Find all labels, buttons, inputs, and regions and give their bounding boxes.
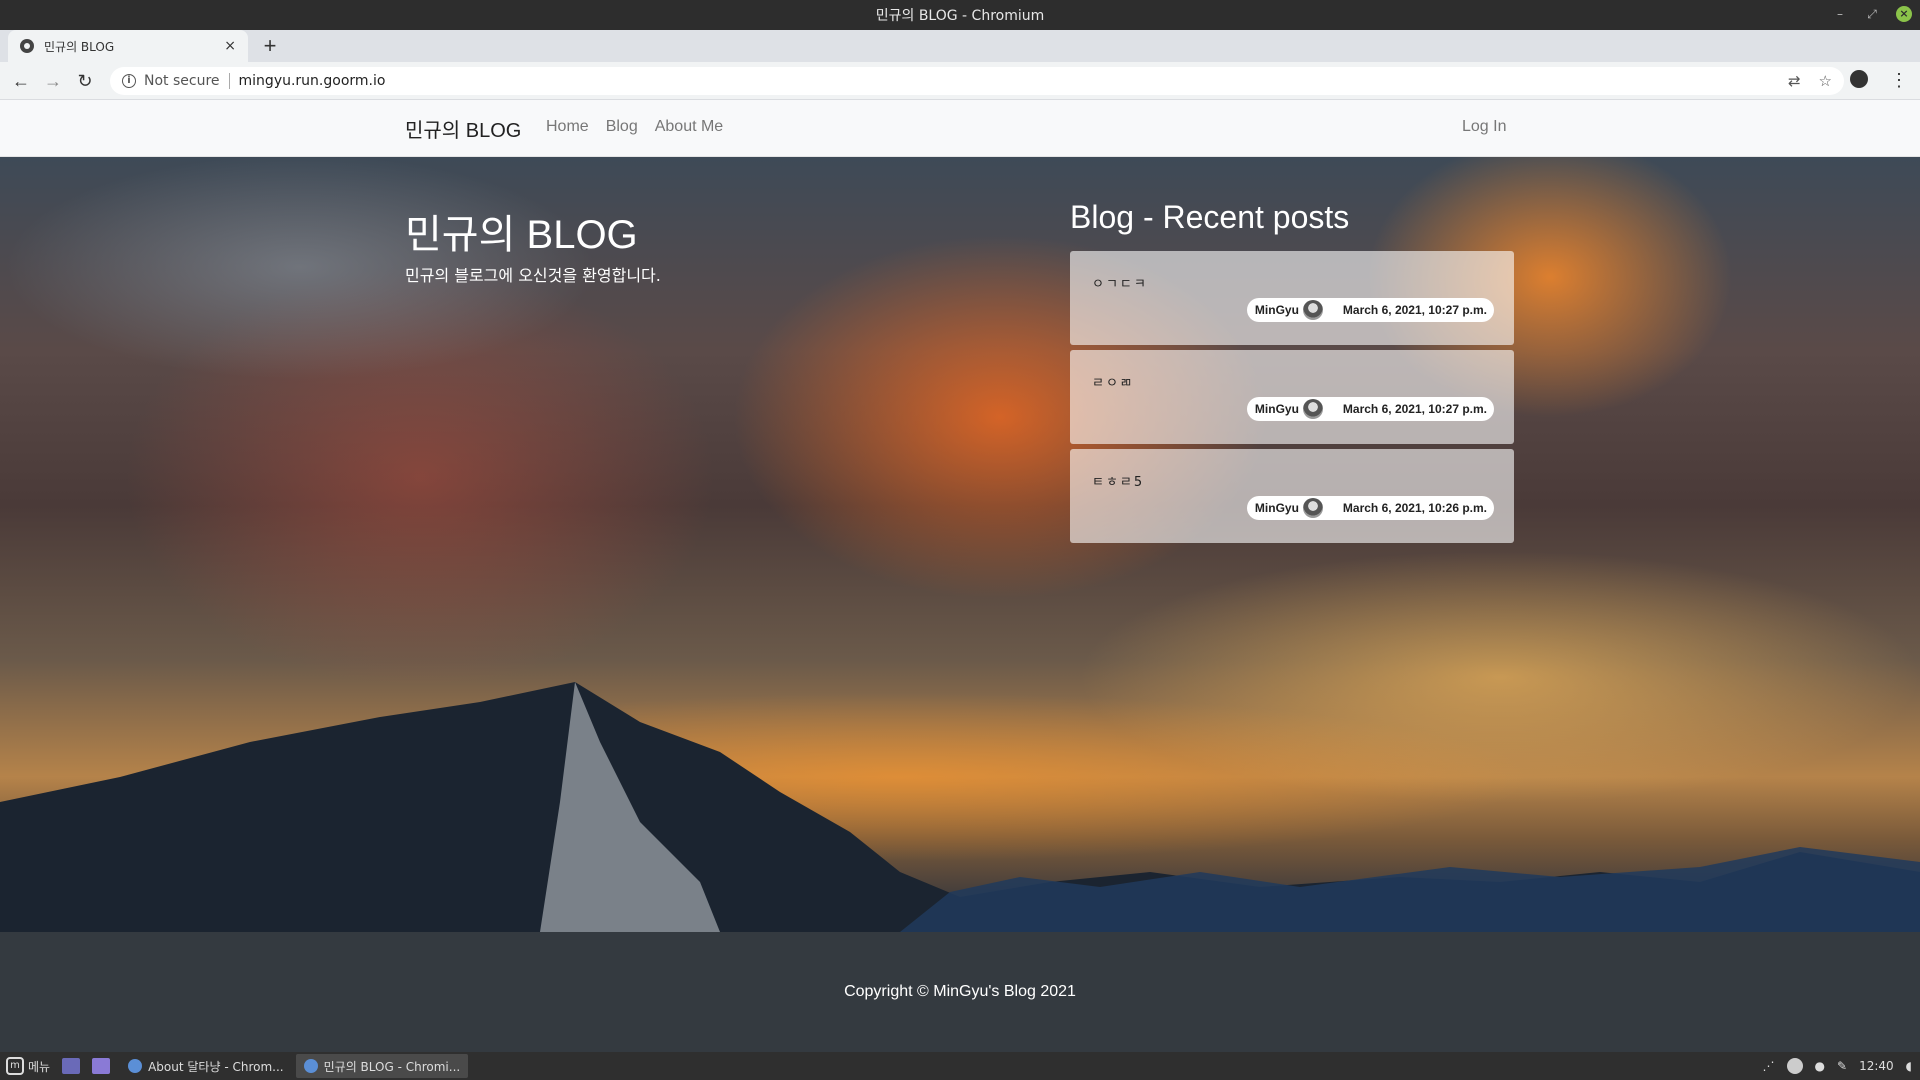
mountain-background [0, 682, 1920, 932]
login-link[interactable]: Log In [1462, 118, 1506, 136]
network-icon[interactable]: ⋰ [1763, 1059, 1775, 1073]
translate-icon[interactable]: ⇄ [1788, 72, 1801, 90]
site-brand[interactable]: 민규의 BLOG [405, 114, 521, 143]
site-footer: Copyright © MinGyu's Blog 2021 [0, 932, 1920, 1052]
hero-title: 민규의 BLOG [405, 213, 638, 257]
task-label: 민규의 BLOG - Chromi... [323, 1059, 461, 1074]
task-label: About 달타냥 - Chrom... [148, 1059, 284, 1074]
window-title: 민규의 BLOG - Chromium [875, 8, 1045, 24]
close-window-icon[interactable]: × [1896, 6, 1912, 22]
site-favicon-icon [20, 39, 34, 53]
file-manager-icon[interactable] [92, 1058, 111, 1074]
hero-subtitle: 민규의 블로그에 오신것을 환영합니다. [405, 266, 661, 285]
copyright-text: Copyright © MinGyu's Blog 2021 [844, 983, 1076, 1000]
back-icon[interactable]: ← [10, 70, 32, 92]
post-author: MinGyu [1254, 501, 1299, 515]
chromium-icon [303, 1059, 318, 1073]
post-date: March 6, 2021, 10:26 p.m. [1342, 501, 1487, 515]
post-author: MinGyu [1254, 402, 1299, 416]
nav-blog[interactable]: Blog [606, 118, 638, 136]
post-title[interactable]: ㅇㄱㄷㅋ [1092, 273, 1148, 292]
reload-icon[interactable]: ↻ [74, 70, 96, 92]
address-bar[interactable]: i Not secure mingyu.run.goorm.io ⇄ ☆ [110, 67, 1844, 95]
post-date: March 6, 2021, 10:27 p.m. [1342, 303, 1487, 317]
profile-icon[interactable] [1850, 70, 1868, 88]
author-avatar [1302, 300, 1323, 320]
window-controls: – ⤢ × [1832, 6, 1912, 22]
system-tray: ⋰ ● ✎ 12:40 ◖ [1763, 1058, 1920, 1074]
pen-icon[interactable]: ✎ [1837, 1059, 1847, 1073]
post-card[interactable]: ㄹㅇㄻ MinGyu March 6, 2021, 10:27 p.m. [1070, 350, 1514, 444]
window-titlebar: 민규의 BLOG - Chromium – ⤢ × [0, 0, 1920, 30]
post-title[interactable]: ㄹㅇㄻ [1092, 372, 1134, 391]
clock[interactable]: 12:40 [1859, 1059, 1894, 1073]
chromium-icon [128, 1059, 143, 1073]
desktop-taskbar: m 메뉴 About 달타냥 - Chrom... 민규의 BLOG - Chr… [0, 1052, 1920, 1080]
browser-tab[interactable]: 민규의 BLOG × [8, 30, 248, 62]
browser-toolbar: ← → ↻ i Not secure mingyu.run.goorm.io ⇄… [0, 62, 1920, 100]
info-icon[interactable]: i [122, 74, 136, 88]
web-page: 민규의 BLOG Home Blog About Me Log In 민규의 B… [0, 100, 1920, 1052]
minimize-icon[interactable]: – [1832, 7, 1848, 21]
tab-title: 민규의 BLOG [44, 39, 115, 54]
post-meta: MinGyu March 6, 2021, 10:27 p.m. [1246, 397, 1494, 421]
site-navbar: 민규의 BLOG Home Blog About Me Log In [0, 100, 1920, 157]
security-label[interactable]: Not secure [144, 73, 220, 89]
nav-home[interactable]: Home [546, 118, 589, 136]
nav-links: Home Blog About Me [546, 118, 723, 136]
post-meta: MinGyu March 6, 2021, 10:26 p.m. [1246, 496, 1494, 520]
post-title[interactable]: ㅌㅎㄹ5 [1092, 471, 1144, 490]
menu-label: 메뉴 [28, 1059, 51, 1074]
post-date: March 6, 2021, 10:27 p.m. [1342, 402, 1487, 416]
recent-posts-heading: Blog - Recent posts [1070, 199, 1350, 235]
show-desktop-icon[interactable] [62, 1058, 81, 1074]
post-author: MinGyu [1254, 303, 1299, 317]
author-avatar [1302, 498, 1323, 518]
post-card[interactable]: ㅌㅎㄹ5 MinGyu March 6, 2021, 10:26 p.m. [1070, 449, 1514, 543]
bookmark-star-icon[interactable]: ☆ [1819, 72, 1832, 90]
tab-strip: 민규의 BLOG × + [0, 30, 1920, 62]
taskbar-window-blog[interactable]: 민규의 BLOG - Chromi... [295, 1054, 469, 1078]
post-card[interactable]: ㅇㄱㄷㅋ MinGyu March 6, 2021, 10:27 p.m. [1070, 251, 1514, 345]
kebab-menu-icon[interactable]: ⋮ [1890, 70, 1908, 91]
taskbar-window-about[interactable]: About 달타냥 - Chrom... [120, 1054, 292, 1078]
tab-close-icon[interactable]: × [224, 38, 236, 54]
new-tab-button[interactable]: + [258, 34, 282, 58]
nav-about-me[interactable]: About Me [655, 118, 723, 136]
forward-icon[interactable]: → [42, 70, 64, 92]
mint-logo-icon: m [6, 1057, 24, 1075]
author-avatar [1302, 399, 1323, 419]
start-menu-button[interactable]: m 메뉴 [0, 1057, 56, 1075]
hero-section: 민규의 BLOG 민규의 블로그에 오신것을 환영합니다. Blog - Rec… [0, 157, 1920, 932]
update-icon[interactable] [1786, 1058, 1803, 1074]
divider [228, 73, 230, 89]
user-icon[interactable]: ● [1815, 1059, 1825, 1073]
url-text[interactable]: mingyu.run.goorm.io [239, 73, 386, 89]
volume-icon[interactable]: ◖ [1906, 1059, 1912, 1073]
post-meta: MinGyu March 6, 2021, 10:27 p.m. [1246, 298, 1494, 322]
maximize-icon[interactable]: ⤢ [1864, 7, 1880, 22]
